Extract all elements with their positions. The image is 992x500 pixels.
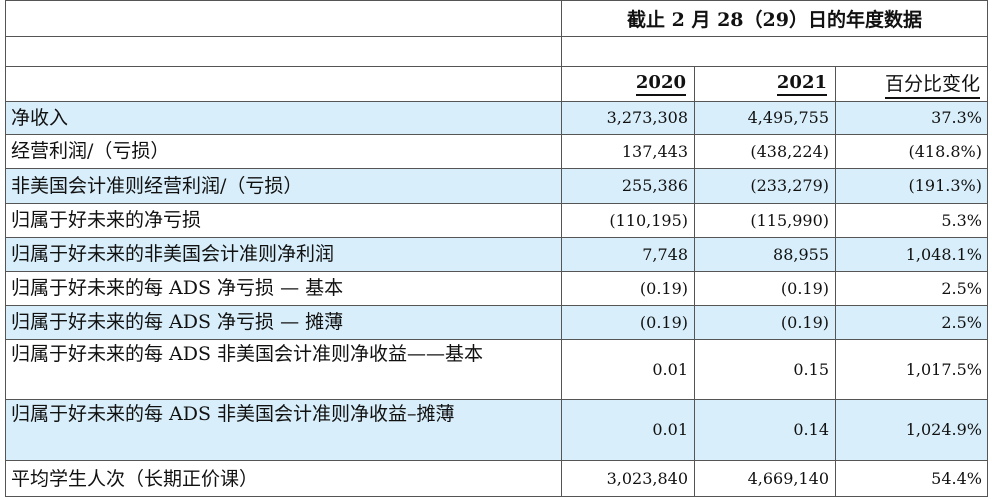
value-2021: 4,669,140	[747, 469, 829, 488]
row-label: 归属于好未来的每 ADS 非美国会计准则净收益–摊薄	[5, 399, 561, 460]
value-change: 1,048.1%	[835, 237, 988, 271]
value-2021: 4,495,755	[694, 101, 835, 134]
row-label: 归属于好未来的非美国会计准则净利润	[5, 237, 561, 271]
value-2021: (438,224)	[750, 141, 829, 161]
value-change: (191.3%)	[835, 168, 988, 203]
row-label: 归属于好未来的每 ADS 净亏损 — 摊薄	[5, 305, 561, 339]
column-header-change: 百分比变化	[835, 67, 988, 101]
row-divider	[5, 339, 988, 340]
value-2021: (0.19)	[694, 305, 835, 339]
value-change: 1,017.5%	[905, 359, 982, 379]
column-divider	[694, 66, 695, 497]
value-change: 5.3%	[941, 210, 982, 230]
value-2021: (233,279)	[694, 168, 835, 203]
value-2020: (0.19)	[639, 278, 688, 298]
value-change: 2.5%	[941, 278, 982, 298]
row-label: 归属于好未来的净亏损	[11, 209, 202, 231]
value-2021: 0.15	[793, 359, 829, 379]
column-divider	[835, 66, 836, 497]
row-divider	[5, 305, 988, 306]
row-divider	[5, 66, 988, 67]
row-divider	[5, 134, 988, 135]
value-change: 54.4%	[931, 469, 982, 488]
value-2020: 7,748	[561, 237, 694, 271]
row-divider	[5, 399, 988, 400]
row-divider	[5, 168, 988, 169]
value-2020: 3,023,840	[606, 469, 688, 488]
row-divider	[5, 203, 988, 204]
row-label: 非美国会计准则经营利润/（亏损）	[5, 168, 561, 203]
row-divider	[5, 237, 988, 238]
value-change: 2.5%	[835, 305, 988, 339]
column-divider	[561, 0, 562, 497]
row-divider	[5, 101, 988, 102]
value-2020: (110,195)	[609, 210, 688, 230]
value-2020: 137,443	[621, 141, 688, 161]
row-divider	[5, 460, 988, 461]
value-2020: (0.19)	[561, 305, 694, 339]
row-label: 平均学生人次（长期正价课）	[11, 467, 259, 490]
column-header-2021: 2021	[694, 67, 835, 101]
row-divider	[5, 36, 988, 37]
value-change: (418.8%)	[908, 141, 983, 161]
value-2021: (115,990)	[750, 210, 829, 230]
value-2020: 255,386	[561, 168, 694, 203]
column-header-2020: 2020	[561, 67, 694, 101]
row-label: 归属于好未来的每 ADS 净亏损 — 基本	[11, 277, 344, 299]
row-label: 净收入	[5, 101, 561, 134]
value-change: 37.3%	[835, 101, 988, 134]
row-divider	[5, 271, 988, 272]
value-2021: (0.19)	[780, 278, 829, 298]
value-change: 1,024.9%	[835, 399, 988, 460]
value-2020: 0.01	[561, 399, 694, 460]
value-2021: 88,955	[694, 237, 835, 271]
value-2020: 0.01	[652, 359, 688, 379]
value-2021: 0.14	[694, 399, 835, 460]
value-2020: 3,273,308	[561, 101, 694, 134]
row-label: 经营利润/（亏损）	[11, 140, 170, 162]
table-title: 截止 2 月 28（29）日的年度数据	[627, 8, 922, 31]
financial-table: 截止 2 月 28（29）日的年度数据 2020 2021 百分比变化 净收入 3…	[5, 0, 988, 497]
row-label: 归属于好未来的每 ADS 非美国会计准则净收益——基本	[11, 343, 484, 365]
